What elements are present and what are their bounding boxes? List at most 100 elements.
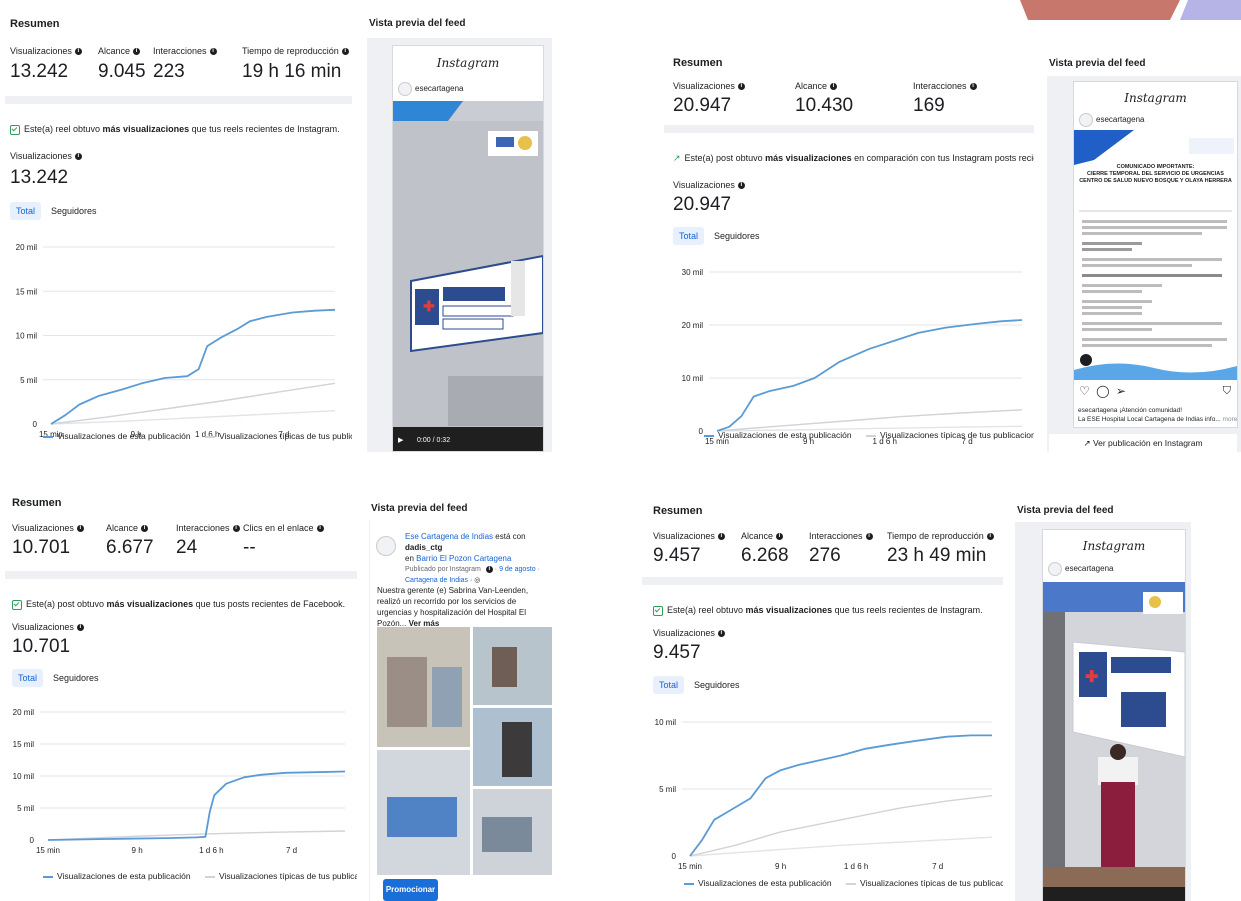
tab-followers[interactable]: Seguidores (710, 227, 764, 245)
chart-card: Este(a) reel obtuvo más visualizaciones … (5, 104, 352, 452)
y-tick-label: 5 mil (659, 785, 676, 794)
feed-preview-title: Vista previa del feed (1049, 58, 1146, 69)
x-tick-label: 15 min (36, 846, 60, 855)
legend-item-this[interactable]: Visualizaciones de esta publicación (43, 431, 191, 441)
summary-card: Resumen Visualizaciones i 9.457 Alcance i … (642, 493, 1003, 577)
y-tick-label: 10 mil (682, 374, 704, 383)
chart-legend: Visualizaciones de esta publicación Visu… (684, 878, 1003, 888)
link-clicks-label: Clics en el enlace i (243, 523, 324, 533)
comment-icon[interactable]: ◯ (1096, 384, 1109, 398)
view-on-instagram-link[interactable]: ↗ Ver publicación en Instagram (1049, 434, 1237, 452)
info-icon: i (232, 525, 240, 533)
tab-followers[interactable]: Seguidores (49, 669, 103, 687)
summary-card: Resumen Visualizaciones i 10.701 Alcance i… (5, 487, 357, 571)
globe-icon: ◎ (474, 577, 481, 584)
caption: esecartagena ¡Atención comunidad! (1078, 407, 1183, 414)
feed-preview-title: Vista previa del feed (369, 18, 466, 29)
playtime-label: Tiempo de reproducción i (887, 531, 994, 541)
legend-swatch (865, 434, 876, 437)
post-heading: COMUNICADO IMPORTANTE: CIERRE TEMPORAL D… (1079, 164, 1232, 184)
reach-value: 10.430 (795, 95, 854, 116)
series-line-typical (689, 795, 993, 857)
city-link[interactable]: Cartagena de Indias (405, 577, 468, 584)
chart-views-label: Visualizaciones i (673, 180, 745, 190)
avatar (398, 82, 412, 96)
x-tick-label: 1 d 6 h (199, 846, 223, 855)
feed-preview-title: Vista previa del feed (1017, 505, 1114, 516)
reach-value: 9.045 (98, 61, 146, 82)
legend-swatch (845, 882, 856, 885)
check-icon (653, 605, 663, 616)
tab-total[interactable]: Total (673, 227, 705, 245)
chart-tabs: Total Seguidores (673, 227, 764, 245)
tab-followers[interactable]: Seguidores (47, 202, 101, 220)
chart-legend: Visualizaciones de esta publicación Visu… (704, 430, 1034, 440)
share-icon[interactable]: ➢ (1116, 384, 1126, 398)
interactions-value: 276 (809, 545, 841, 566)
date-link[interactable]: 9 de agosto (499, 566, 536, 573)
legend-item-this[interactable]: Visualizaciones de esta publicación (684, 878, 832, 888)
legend-item-this[interactable]: Visualizaciones de esta publicación (704, 430, 852, 440)
views-value: 9.457 (653, 545, 701, 566)
views-label: Visualizaciones i (12, 523, 84, 533)
account-name: esecartagena (1096, 115, 1145, 124)
series-line-this (50, 308, 336, 425)
info-icon: i (74, 48, 82, 56)
legend-item-typical[interactable]: Visualizaciones típicas de tus publicaci… (865, 430, 1034, 440)
playtime-label: Tiempo de reproducción i (242, 46, 349, 56)
page-avatar[interactable] (376, 536, 396, 556)
info-icon: i (76, 525, 84, 533)
info-icon: i (717, 630, 725, 638)
info-icon: i (865, 533, 873, 541)
legend-item-this[interactable]: Visualizaciones de esta publicación (43, 871, 191, 881)
legend-swatch (684, 882, 694, 885)
phone-frame: Instagram esecartagena ✚ (1042, 529, 1186, 901)
views-value: 10.701 (12, 537, 71, 558)
page-name-link[interactable]: Ese Cartagena de Indias (405, 532, 493, 541)
trend-up-icon: ↗ (673, 153, 681, 163)
info-icon: i (316, 525, 324, 533)
summary-card: Resumen Visualizaciones i 13.242 Alcance i… (5, 6, 352, 96)
legend-item-typical[interactable]: Visualizaciones típicas de tus publicaci… (204, 871, 357, 881)
chart-views-value: 13.242 (10, 167, 69, 188)
chart-legend: Visualizaciones de esta publicación Visu… (43, 871, 357, 881)
legend-item-typical[interactable]: Visualizaciones típicas de tus publicaci… (845, 878, 1003, 888)
x-tick-label: 15 min (678, 862, 702, 871)
chart-tabs: Total Seguidores (10, 202, 101, 220)
reach-value: 6.677 (106, 537, 154, 558)
video-time: 0:00 / 0:32 (417, 437, 451, 444)
y-tick-label: 20 mil (16, 243, 38, 252)
insight-text: Este(a) reel obtuvo más visualizaciones … (653, 605, 983, 616)
heart-icon[interactable]: ♡ (1079, 384, 1090, 398)
info-icon: i (74, 153, 82, 161)
promote-button[interactable]: Promocionar (383, 879, 438, 901)
reach-label: Alcance i (98, 46, 141, 56)
instagram-logo: Instagram (1082, 539, 1146, 553)
legend-item-typical[interactable]: Visualizaciones típicas de tus publicaci… (204, 431, 352, 441)
insight-text: Este(a) post obtuvo más visualizaciones … (12, 599, 345, 610)
tab-total[interactable]: Total (10, 202, 42, 220)
interactions-label: Interacciones i (809, 531, 873, 541)
chart-views-label: Visualizaciones i (653, 628, 725, 638)
info-icon: i (737, 182, 745, 190)
photo-grid[interactable] (377, 627, 552, 875)
legend-swatch (704, 434, 714, 437)
panel-fb-post: Resumen Visualizaciones i 10.701 Alcance i… (5, 487, 357, 901)
tab-total[interactable]: Total (653, 676, 685, 694)
legend-swatch (43, 875, 53, 878)
account-name: esecartagena (415, 84, 464, 93)
phone-frame: Instagram esecartagena ✚ ▶ 0:00 / 0:32 (392, 45, 544, 452)
svg-text:▶: ▶ (398, 437, 404, 444)
video-thumbnail[interactable]: ✚ ▶ (393, 101, 543, 451)
interactions-value: 24 (176, 537, 198, 558)
tab-followers[interactable]: Seguidores (690, 676, 744, 694)
bookmark-icon[interactable]: ⛉ (1223, 385, 1231, 398)
chart-views-label: Visualizaciones i (12, 622, 84, 632)
tab-total[interactable]: Total (12, 669, 44, 687)
location-link[interactable]: Barrio El Pozon Cartagena (416, 554, 511, 563)
reach-label: Alcance i (741, 531, 784, 541)
feed-preview-fb-post: Ese Cartagena de Indias está con dadis_c… (369, 520, 552, 901)
info-icon: i (986, 533, 994, 541)
y-tick-label: 0 (672, 852, 677, 861)
video-thumbnail[interactable]: ✚ (1043, 582, 1185, 901)
